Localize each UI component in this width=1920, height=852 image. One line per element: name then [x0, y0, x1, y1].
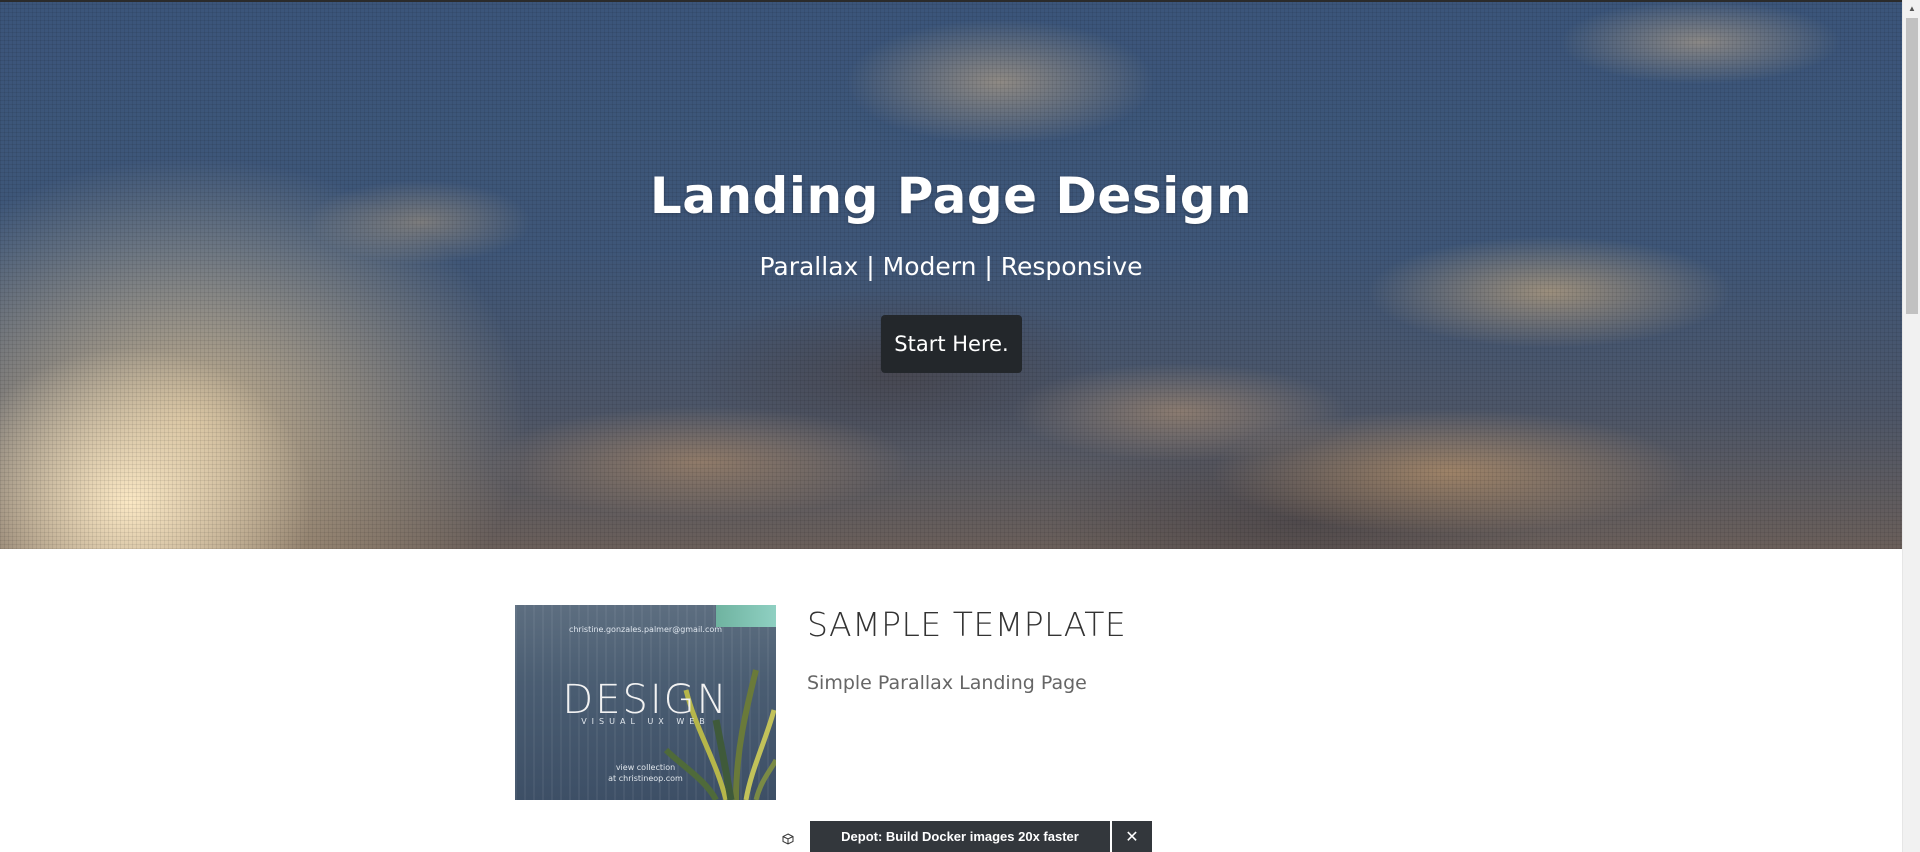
ad-banner-link[interactable]: Depot: Build Docker images 20x faster [810, 821, 1110, 852]
scrollbar-thumb[interactable] [1906, 18, 1918, 314]
ad-close-button[interactable]: ✕ [1112, 821, 1152, 852]
card-view-line-1: view collection [615, 763, 676, 772]
design-card-image: christine.gonzales.palmer@gmail.com DESI… [515, 605, 776, 800]
page: Landing Page Design Parallax | Modern | … [0, 0, 1902, 852]
cube-icon [781, 833, 795, 847]
section-title: SAMPLE TEMPLATE [807, 605, 1127, 644]
scroll-up-arrow-icon[interactable]: ▲ [1903, 2, 1920, 16]
hero-subtitle: Parallax | Modern | Responsive [759, 252, 1143, 281]
card-view-line-2: at christineop.com [608, 774, 683, 783]
cube-icon-svg [782, 833, 794, 845]
hero-section: Landing Page Design Parallax | Modern | … [0, 2, 1902, 549]
card-tagline: VISUAL UX WEB [581, 717, 710, 726]
vertical-scrollbar[interactable]: ▲ [1902, 0, 1920, 852]
hero-title: Landing Page Design [649, 167, 1253, 225]
card-view-collection: view collection at christineop.com [515, 762, 776, 784]
start-here-button[interactable]: Start Here. [881, 315, 1022, 373]
section-subtitle: Simple Parallax Landing Page [807, 672, 1087, 694]
sky-strip [716, 605, 776, 627]
card-email: christine.gonzales.palmer@gmail.com [568, 625, 723, 634]
